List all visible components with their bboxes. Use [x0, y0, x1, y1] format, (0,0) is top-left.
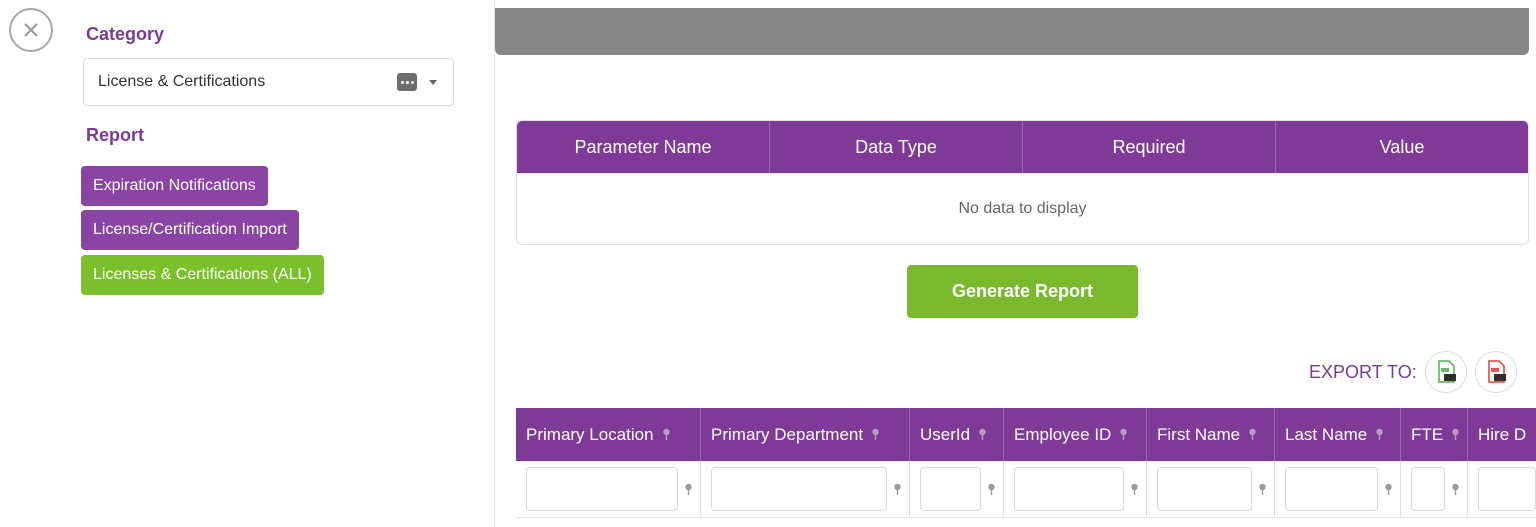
close-icon: [24, 23, 38, 37]
export-label: EXPORT TO:: [1309, 362, 1417, 382]
grid-column-label: FTE: [1411, 424, 1444, 444]
column-data-type: Data Type: [770, 121, 1023, 173]
grid-column-label: UserId: [920, 424, 971, 444]
grid-column-label: First Name: [1157, 424, 1241, 444]
filter-pin-icon[interactable]: [1248, 428, 1257, 441]
filter-pin-icon[interactable]: [1119, 428, 1128, 441]
category-value: License & Certifications: [98, 73, 266, 90]
filter-input-userid[interactable]: [920, 467, 981, 511]
filter-input-employee-id[interactable]: [1014, 467, 1124, 511]
grid-column-employee-id[interactable]: Employee ID: [1004, 408, 1147, 461]
export-xls-button[interactable]: [1425, 351, 1467, 393]
generate-report-button[interactable]: Generate Report: [907, 265, 1138, 318]
filter-cell: [701, 461, 910, 517]
filter-pin-icon[interactable]: [1384, 483, 1393, 496]
filter-input-last-name[interactable]: [1285, 467, 1378, 511]
grid-column-label: Primary Department: [711, 424, 864, 444]
grid-column-userid[interactable]: UserId: [910, 408, 1004, 461]
report-licenses-certifications-all[interactable]: Licenses & Certifications (ALL): [81, 255, 324, 295]
filter-cell: [1275, 461, 1401, 517]
grid-column-fte[interactable]: FTE: [1401, 408, 1468, 461]
grid-column-label: Last Name: [1285, 424, 1368, 444]
parameters-header: Parameter Name Data Type Required Value: [517, 121, 1528, 173]
filter-cell: [1401, 461, 1468, 517]
grid-filter-row: [516, 461, 1536, 517]
report-label: Report: [86, 125, 144, 145]
filter-input-hire-date[interactable]: [1478, 467, 1536, 511]
grid-column-label: Employee ID: [1014, 424, 1112, 444]
grid-column-last-name[interactable]: Last Name: [1275, 408, 1401, 461]
filter-pin-icon[interactable]: [1130, 483, 1139, 496]
excel-file-icon: [1438, 360, 1456, 383]
filter-cell: [1468, 461, 1536, 517]
filter-pin-icon[interactable]: [978, 428, 987, 441]
filter-pin-icon[interactable]: [1375, 428, 1384, 441]
column-parameter-name: Parameter Name: [517, 121, 770, 173]
filter-pin-icon[interactable]: [662, 428, 671, 441]
more-options-icon[interactable]: [397, 73, 417, 91]
grid-column-label: Hire D: [1478, 424, 1527, 444]
filter-cell: [1004, 461, 1147, 517]
pdf-file-icon: [1488, 360, 1506, 383]
column-required: Required: [1023, 121, 1276, 173]
results-grid: Primary Location Primary Department User…: [516, 408, 1536, 527]
filter-pin-icon[interactable]: [1451, 483, 1460, 496]
parameters-table: Parameter Name Data Type Required Value …: [516, 120, 1529, 245]
grid-column-primary-department[interactable]: Primary Department: [701, 408, 910, 461]
filter-pin-icon[interactable]: [893, 483, 902, 496]
category-select[interactable]: License & Certifications: [83, 58, 454, 106]
filter-pin-icon[interactable]: [871, 428, 880, 441]
grid-column-first-name[interactable]: First Name: [1147, 408, 1275, 461]
filter-pin-icon[interactable]: [987, 483, 996, 496]
grid-column-primary-location[interactable]: Primary Location: [516, 408, 701, 461]
close-button[interactable]: [9, 8, 53, 52]
filter-input-first-name[interactable]: [1157, 467, 1252, 511]
filter-pin-icon[interactable]: [684, 483, 693, 496]
filter-cell: [910, 461, 1004, 517]
filter-cell: [516, 461, 701, 517]
report-license-certification-import[interactable]: License/Certification Import: [81, 210, 299, 250]
grid-header: Primary Location Primary Department User…: [516, 408, 1536, 461]
left-panel: Category License & Certifications Report…: [0, 0, 495, 527]
filter-input-primary-department[interactable]: [711, 467, 887, 511]
filter-cell: [1147, 461, 1275, 517]
empty-message: No data to display: [958, 199, 1087, 217]
category-label: Category: [86, 24, 165, 44]
header-bar: [495, 8, 1529, 55]
filter-input-fte[interactable]: [1411, 467, 1445, 511]
report-expiration-notifications[interactable]: Expiration Notifications: [81, 166, 268, 206]
chevron-down-icon[interactable]: [429, 79, 437, 85]
filter-pin-icon[interactable]: [1258, 483, 1267, 496]
grid-column-label: Primary Location: [526, 424, 654, 444]
column-value: Value: [1379, 136, 1425, 157]
table-row: [516, 517, 1536, 527]
filter-pin-icon[interactable]: [1451, 428, 1460, 441]
filter-input-primary-location[interactable]: [526, 467, 678, 511]
grid-column-hire-date[interactable]: Hire D: [1468, 408, 1536, 461]
export-pdf-button[interactable]: [1475, 351, 1517, 393]
